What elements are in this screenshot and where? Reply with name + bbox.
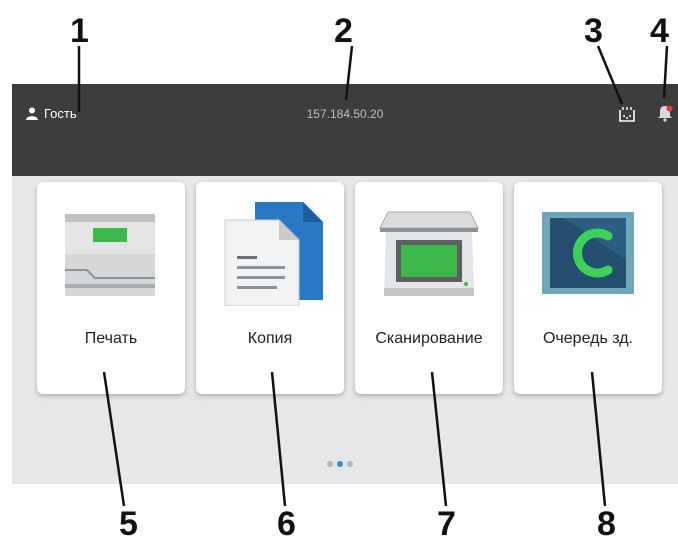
callout-leader-lines — [77, 45, 669, 507]
